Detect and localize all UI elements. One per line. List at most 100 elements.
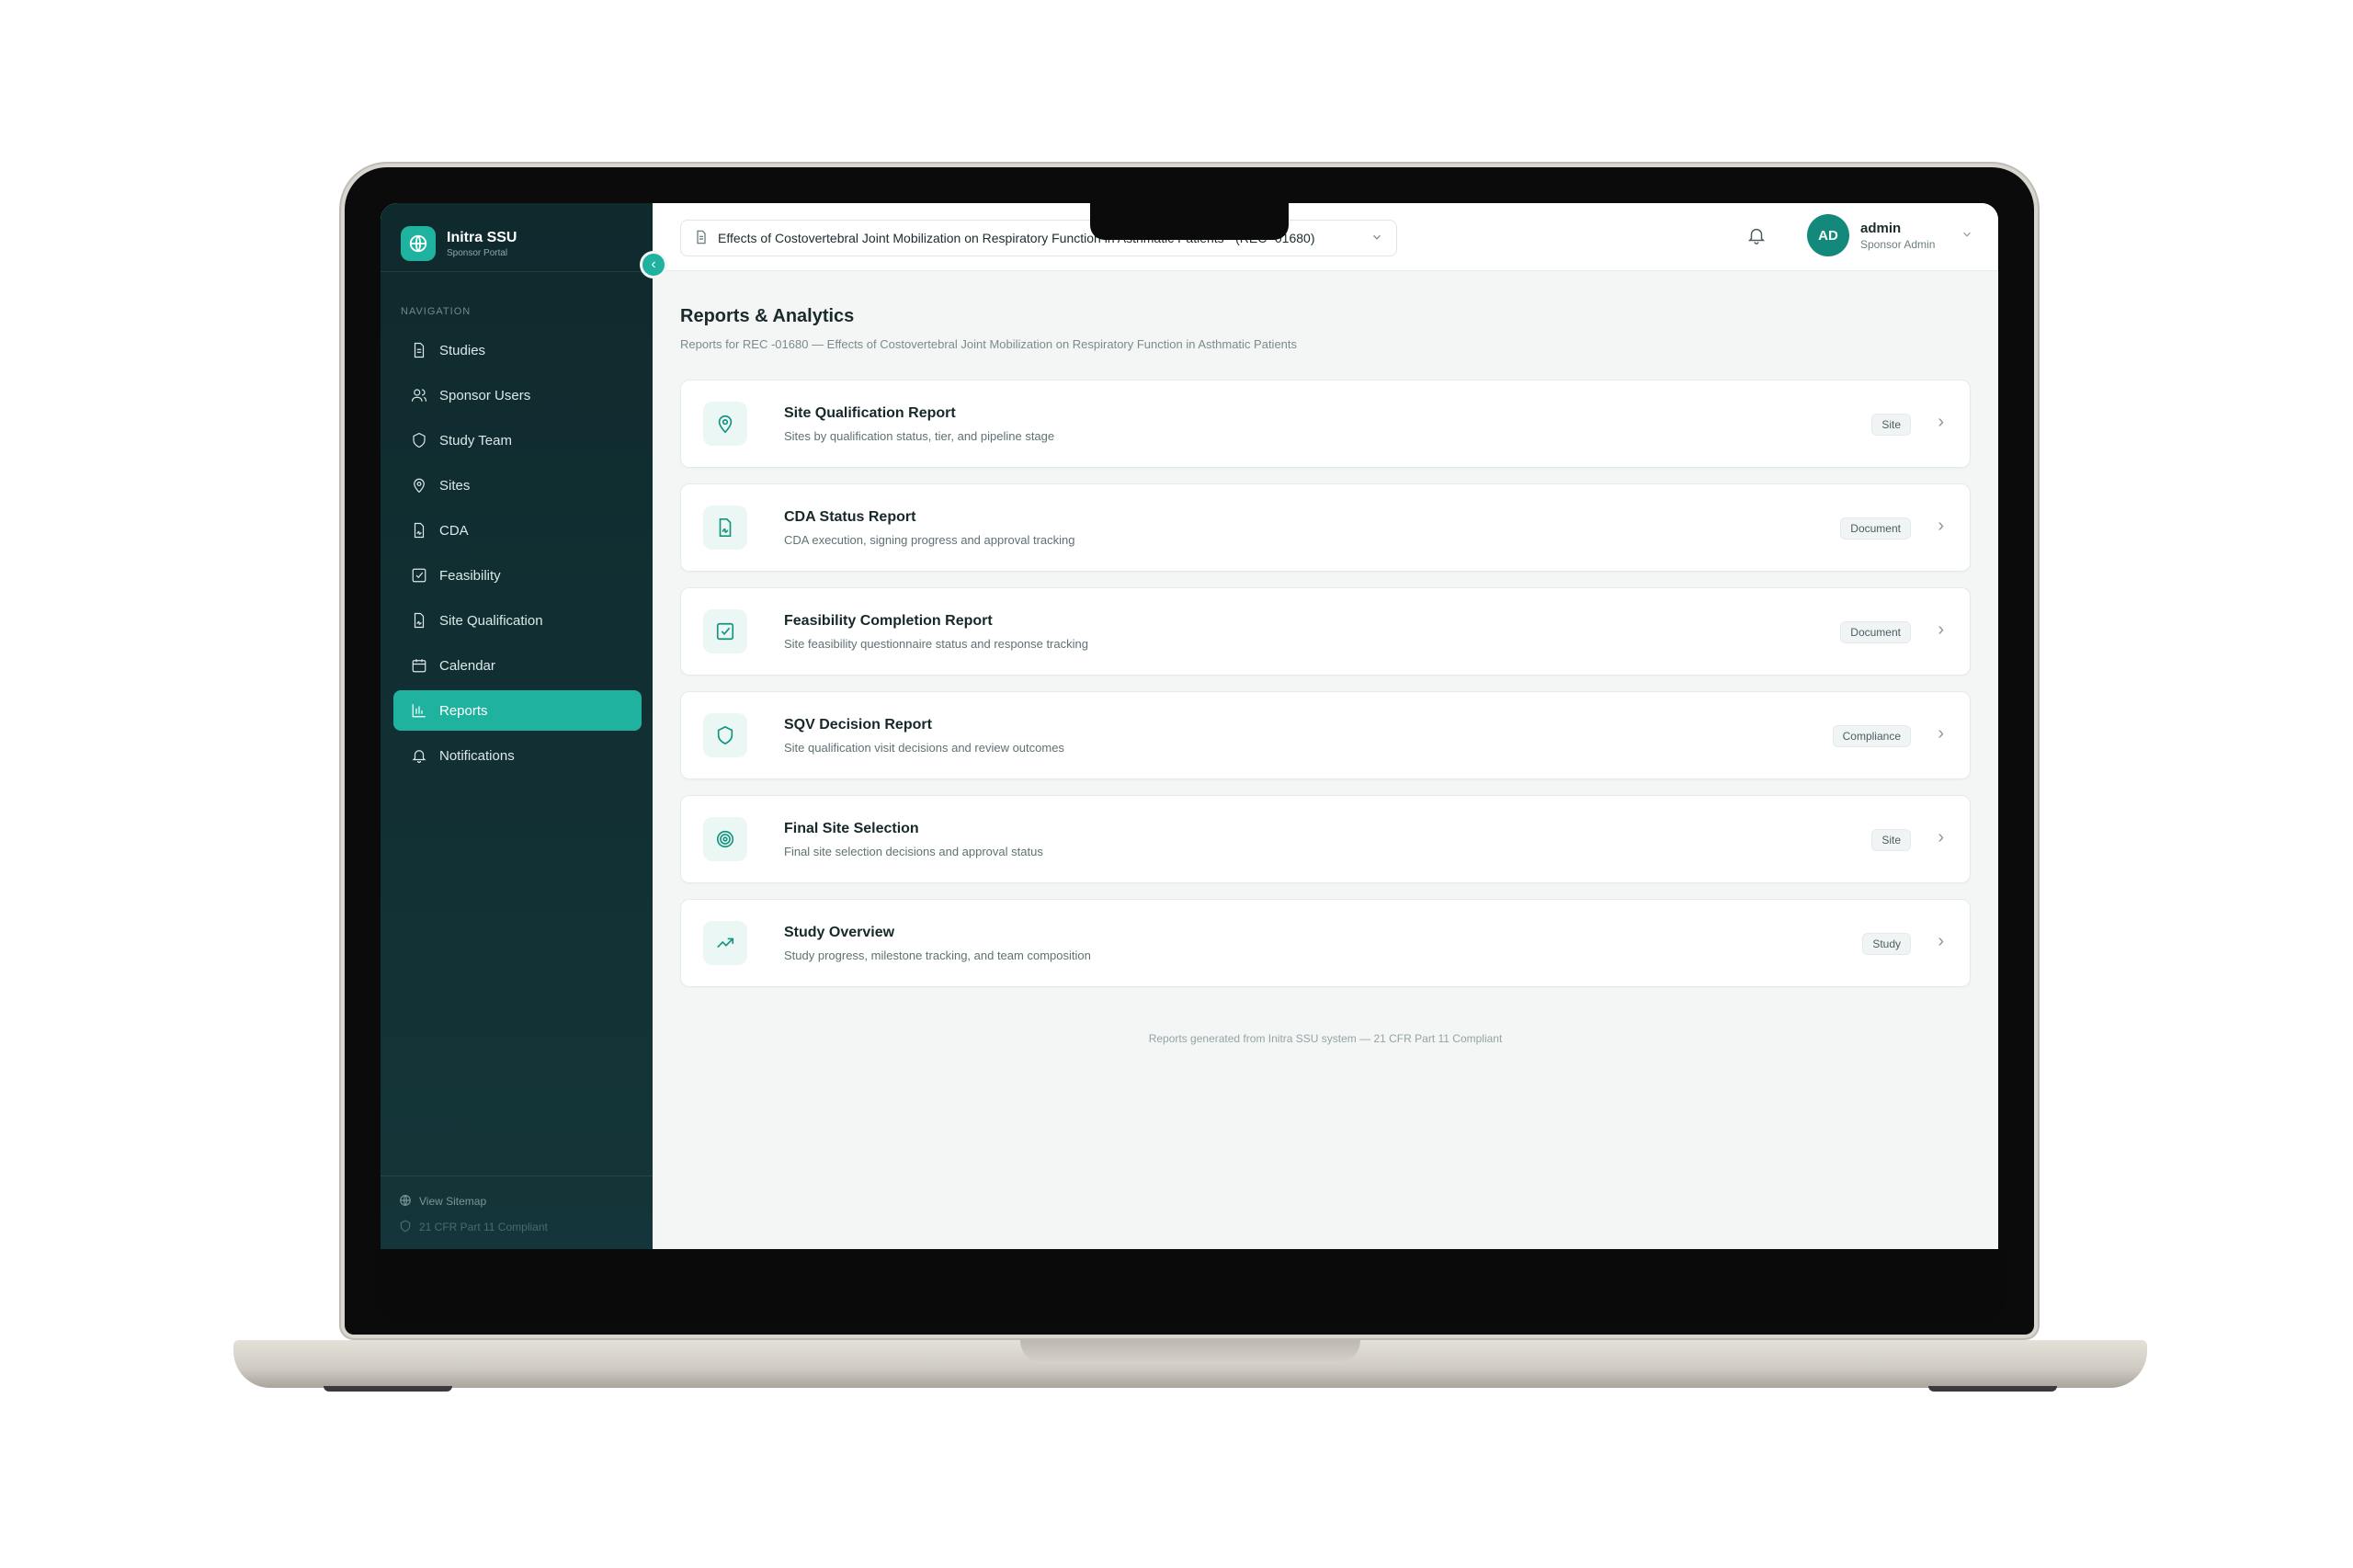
report-card-site-qualification[interactable]: Site Qualification Report Sites by quali… [680, 380, 1971, 468]
sidebar-item-label: Site Qualification [439, 612, 543, 629]
sidebar-item-label: Feasibility [439, 567, 501, 584]
report-tag: Document [1840, 517, 1911, 540]
chevron-right-icon: › [1938, 412, 1944, 432]
report-card-sqv-decision[interactable]: SQV Decision Report Site qualification v… [680, 691, 1971, 779]
report-description: Site qualification visit decisions and r… [784, 740, 1064, 755]
laptop-trackpad-notch [1020, 1340, 1360, 1364]
globe-icon [401, 226, 436, 261]
report-title: Feasibility Completion Report [784, 612, 993, 629]
bell-icon [1746, 225, 1767, 250]
divider [381, 271, 653, 272]
brand[interactable]: Initra SSU Sponsor Portal [401, 218, 517, 269]
shield-icon [410, 431, 428, 449]
user-menu[interactable]: AD admin Sponsor Admin [1807, 214, 1973, 256]
report-card-final-site-selection[interactable]: Final Site Selection Final site selectio… [680, 795, 1971, 883]
users-icon [410, 386, 428, 404]
sidebar-item-site-qualification[interactable]: Site Qualification [393, 600, 642, 641]
sidebar-item-label: Sites [439, 477, 471, 494]
report-tag: Compliance [1832, 725, 1911, 747]
collapse-sidebar-button[interactable]: ‹ [640, 251, 667, 278]
globe-icon [399, 1194, 412, 1210]
sidebar: Initra SSU Sponsor Portal NAVIGATION Stu… [381, 203, 653, 1249]
target-icon [703, 817, 747, 861]
view-sitemap-link[interactable]: View Sitemap [399, 1188, 548, 1214]
check-square-icon [410, 566, 428, 585]
brand-subtitle: Sponsor Portal [447, 247, 508, 258]
report-list: Site Qualification Report Sites by quali… [680, 380, 1971, 1003]
report-title: SQV Decision Report [784, 716, 932, 733]
trending-up-icon [703, 921, 747, 965]
document-icon [694, 230, 709, 247]
sidebar-item-label: Reports [439, 702, 488, 719]
topbar: Effects of Costovertebral Joint Mobiliza… [653, 203, 1998, 271]
sidebar-item-label: Notifications [439, 747, 515, 764]
file-signature-icon [703, 506, 747, 550]
sidebar-item-label: Studies [439, 342, 486, 358]
report-description: Sites by qualification status, tier, and… [784, 428, 1055, 443]
report-title: Final Site Selection [784, 820, 919, 836]
nav-heading: NAVIGATION [401, 306, 472, 317]
sidebar-nav: Studies Sponsor Users Study Team Sites C… [393, 330, 642, 780]
notifications-button[interactable] [1743, 223, 1770, 251]
sidebar-item-cda[interactable]: CDA [393, 510, 642, 551]
report-card-study-overview[interactable]: Study Overview Study progress, milestone… [680, 899, 1971, 987]
sidebar-item-studies[interactable]: Studies [393, 330, 642, 370]
document-icon [410, 341, 428, 359]
camera-notch [1090, 203, 1289, 240]
bar-chart-icon [410, 701, 428, 720]
sidebar-item-sponsor-users[interactable]: Sponsor Users [393, 375, 642, 415]
sidebar-item-reports[interactable]: Reports [393, 690, 642, 731]
chevron-right-icon: › [1938, 516, 1944, 536]
report-description: Final site selection decisions and appro… [784, 844, 1043, 858]
report-description: Site feasibility questionnaire status an… [784, 636, 1088, 651]
calendar-icon [410, 656, 428, 675]
sidebar-item-feasibility[interactable]: Feasibility [393, 555, 642, 596]
sidebar-item-label: CDA [439, 522, 469, 539]
page-title: Reports & Analytics [680, 306, 855, 326]
report-card-feasibility-completion[interactable]: Feasibility Completion Report Site feasi… [680, 587, 1971, 676]
chevron-down-icon [1370, 231, 1383, 246]
file-signature-icon [410, 521, 428, 540]
chevron-left-icon: ‹ [651, 256, 656, 272]
sidebar-item-study-team[interactable]: Study Team [393, 420, 642, 460]
compliance-note: 21 CFR Part 11 Compliant [399, 1214, 548, 1240]
report-card-cda-status[interactable]: CDA Status Report CDA execution, signing… [680, 483, 1971, 572]
report-description: Study progress, milestone tracking, and … [784, 948, 1091, 962]
main-content: Reports & Analytics Reports for REC -016… [653, 271, 1998, 1249]
report-tag: Study [1862, 933, 1911, 955]
map-pin-icon [410, 476, 428, 494]
chevron-right-icon: › [1938, 619, 1944, 640]
sidebar-item-label: Calendar [439, 657, 495, 674]
footer-note: Reports generated from Initra SSU system… [1148, 1032, 1503, 1045]
user-role: Sponsor Admin [1860, 237, 1936, 251]
bell-icon [410, 746, 428, 765]
view-sitemap-label: View Sitemap [419, 1195, 487, 1208]
file-signature-icon [410, 611, 428, 630]
laptop-foot-left [324, 1386, 452, 1392]
report-tag: Document [1840, 621, 1911, 643]
brand-name: Initra SSU [447, 229, 517, 245]
shield-icon [703, 713, 747, 757]
sidebar-item-calendar[interactable]: Calendar [393, 645, 642, 686]
report-title: Study Overview [784, 924, 895, 940]
map-pin-icon [703, 402, 747, 446]
laptop-foot-right [1928, 1386, 2057, 1392]
sidebar-item-label: Sponsor Users [439, 387, 531, 403]
report-description: CDA execution, signing progress and appr… [784, 532, 1075, 547]
report-title: CDA Status Report [784, 508, 916, 525]
check-square-icon [703, 609, 747, 653]
page-subtitle: Reports for REC -01680 — Effects of Cost… [680, 337, 1298, 351]
compliance-label: 21 CFR Part 11 Compliant [419, 1221, 548, 1233]
chevron-right-icon: › [1938, 723, 1944, 744]
chevron-right-icon: › [1938, 931, 1944, 951]
sidebar-item-notifications[interactable]: Notifications [393, 735, 642, 776]
study-selector[interactable]: Effects of Costovertebral Joint Mobiliza… [680, 220, 1397, 256]
report-title: Site Qualification Report [784, 404, 956, 421]
user-name: admin [1860, 220, 1902, 236]
app-screen: Initra SSU Sponsor Portal NAVIGATION Stu… [381, 203, 1998, 1249]
sidebar-item-sites[interactable]: Sites [393, 465, 642, 506]
avatar: AD [1807, 214, 1849, 256]
sidebar-item-label: Study Team [439, 432, 512, 449]
sidebar-footer: View Sitemap 21 CFR Part 11 Compliant [399, 1188, 548, 1240]
laptop-bezel [375, 1250, 2006, 1324]
